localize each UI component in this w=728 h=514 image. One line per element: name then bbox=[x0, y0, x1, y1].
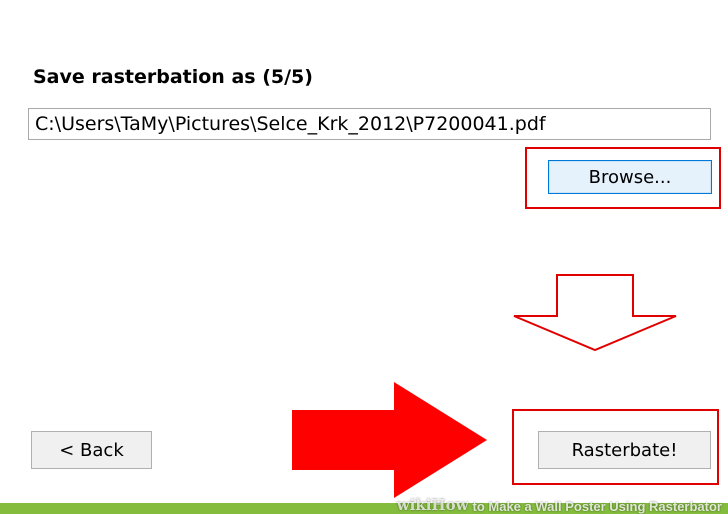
annotation-overlay bbox=[292, 274, 677, 498]
watermark-brand-how: How bbox=[431, 496, 469, 514]
watermark-brand-wiki: wiki bbox=[396, 496, 432, 514]
down-arrow-icon bbox=[513, 274, 677, 352]
rasterbator-dialog: Save rasterbation as (5/5) Browse... < B… bbox=[0, 0, 728, 514]
wikihow-watermark: wiki How to Make a Wall Poster Using Ras… bbox=[397, 494, 722, 514]
right-arrow-icon bbox=[292, 382, 487, 498]
watermark-title: to Make a Wall Poster Using Rasterbator bbox=[472, 499, 722, 514]
